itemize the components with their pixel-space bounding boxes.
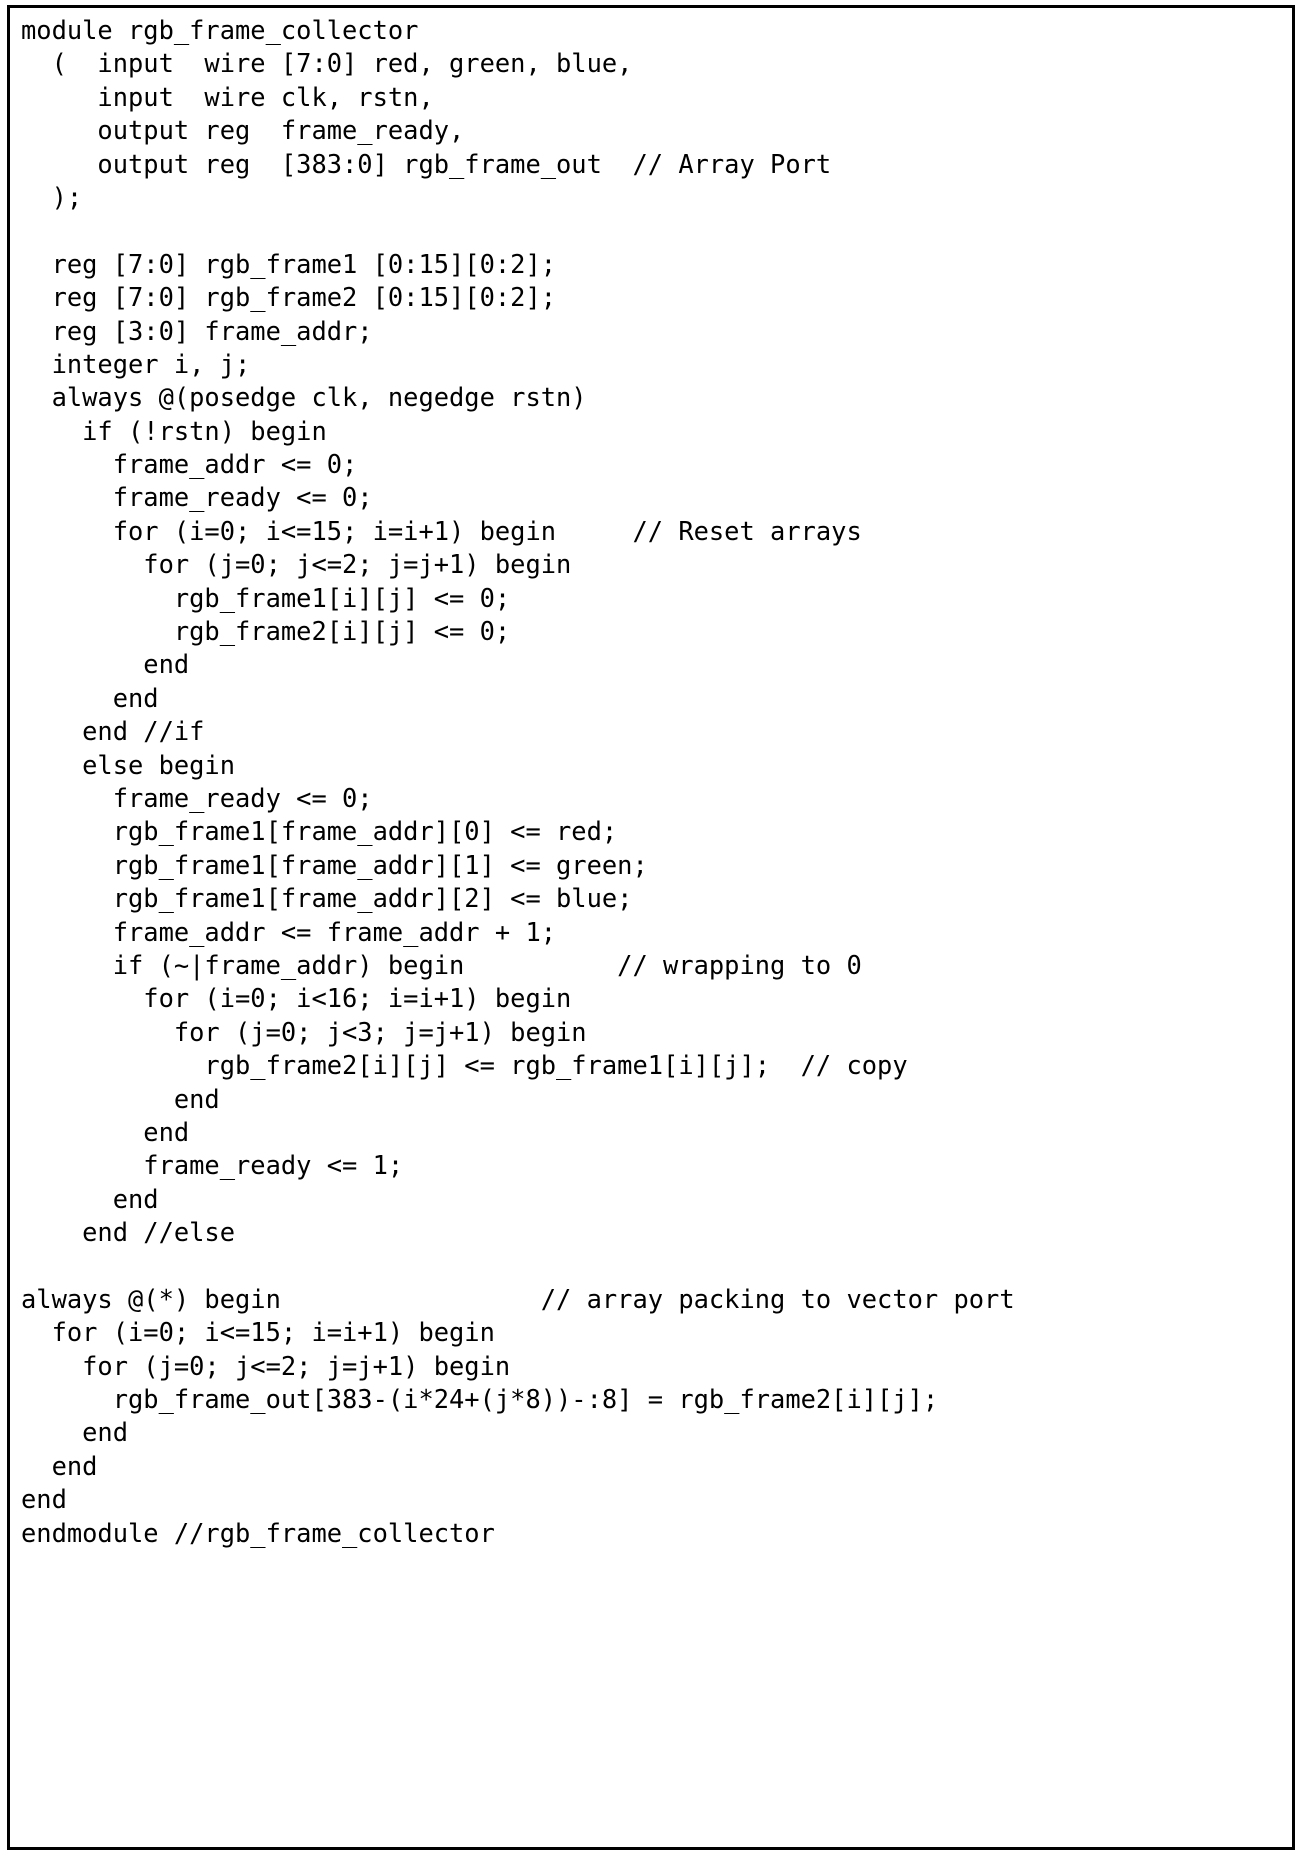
code-line: end [21,1450,98,1481]
code-line: if (~|frame_addr) begin // wrapping to 0 [21,949,862,980]
code-line: end [21,1083,220,1114]
code-line: end [21,1116,190,1147]
code-line: always @(posedge clk, negedge rstn) [21,382,587,413]
code-line: for (i=0; i<=15; i=i+1) begin // Reset a… [21,515,862,546]
code-line: rgb_frame1[frame_addr][1] <= green; [21,849,648,880]
code-line: reg [3:0] frame_addr; [21,315,373,346]
code-line: module rgb_frame_collector [21,15,419,45]
code-line: for (i=0; i<16; i=i+1) begin [21,983,572,1014]
code-line: endmodule //rgb_frame_collector [21,1517,495,1548]
code-line: reg [7:0] rgb_frame1 [0:15][0:2]; [21,248,557,279]
code-line: end [21,1484,67,1515]
code-line: rgb_frame_out[383-(i*24+(j*8))-:8] = rgb… [21,1384,939,1415]
code-line: rgb_frame1[i][j] <= 0; [21,582,511,613]
code-line: frame_addr <= 0; [21,449,358,480]
code-line: end [21,649,190,680]
code-line: ( input wire [7:0] red, green, blue, [21,48,633,79]
code-figure-border: module rgb_frame_collector ( input wire … [7,5,1295,1850]
code-line: always @(*) begin // array packing to ve… [21,1283,1015,1314]
code-line: input wire clk, rstn, [21,81,434,112]
code-line: end //if [21,716,205,747]
code-line: output reg [383:0] rgb_frame_out // Arra… [21,148,832,179]
code-line: frame_ready <= 0; [21,482,373,513]
code-line: frame_addr <= frame_addr + 1; [21,916,557,947]
code-line: frame_ready <= 1; [21,1150,404,1181]
code-line: if (!rstn) begin [21,415,327,446]
code-line: end [21,1417,129,1448]
code-line: for (i=0; i<=15; i=i+1) begin [21,1317,495,1348]
code-line: rgb_frame2[i][j] <= 0; [21,616,511,647]
code-line: reg [7:0] rgb_frame2 [0:15][0:2]; [21,282,557,313]
code-line: for (j=0; j<3; j=j+1) begin [21,1016,587,1047]
code-line: for (j=0; j<=2; j=j+1) begin [21,1350,511,1381]
code-line: else begin [21,749,236,780]
code-line: frame_ready <= 0; [21,782,373,813]
code-line: output reg frame_ready, [21,115,465,146]
code-line: end //else [21,1217,236,1248]
code-line: rgb_frame2[i][j] <= rgb_frame1[i][j]; //… [21,1050,908,1081]
code-line: rgb_frame1[frame_addr][0] <= red; [21,816,618,847]
code-line: end [21,1183,159,1214]
code-line: integer i, j; [21,348,251,379]
code-line: for (j=0; j<=2; j=j+1) begin [21,549,572,580]
code-line: ); [21,181,83,212]
code-line: end [21,682,159,713]
verilog-code-listing: module rgb_frame_collector ( input wire … [21,14,1288,1843]
code-line: rgb_frame1[frame_addr][2] <= blue; [21,883,633,914]
